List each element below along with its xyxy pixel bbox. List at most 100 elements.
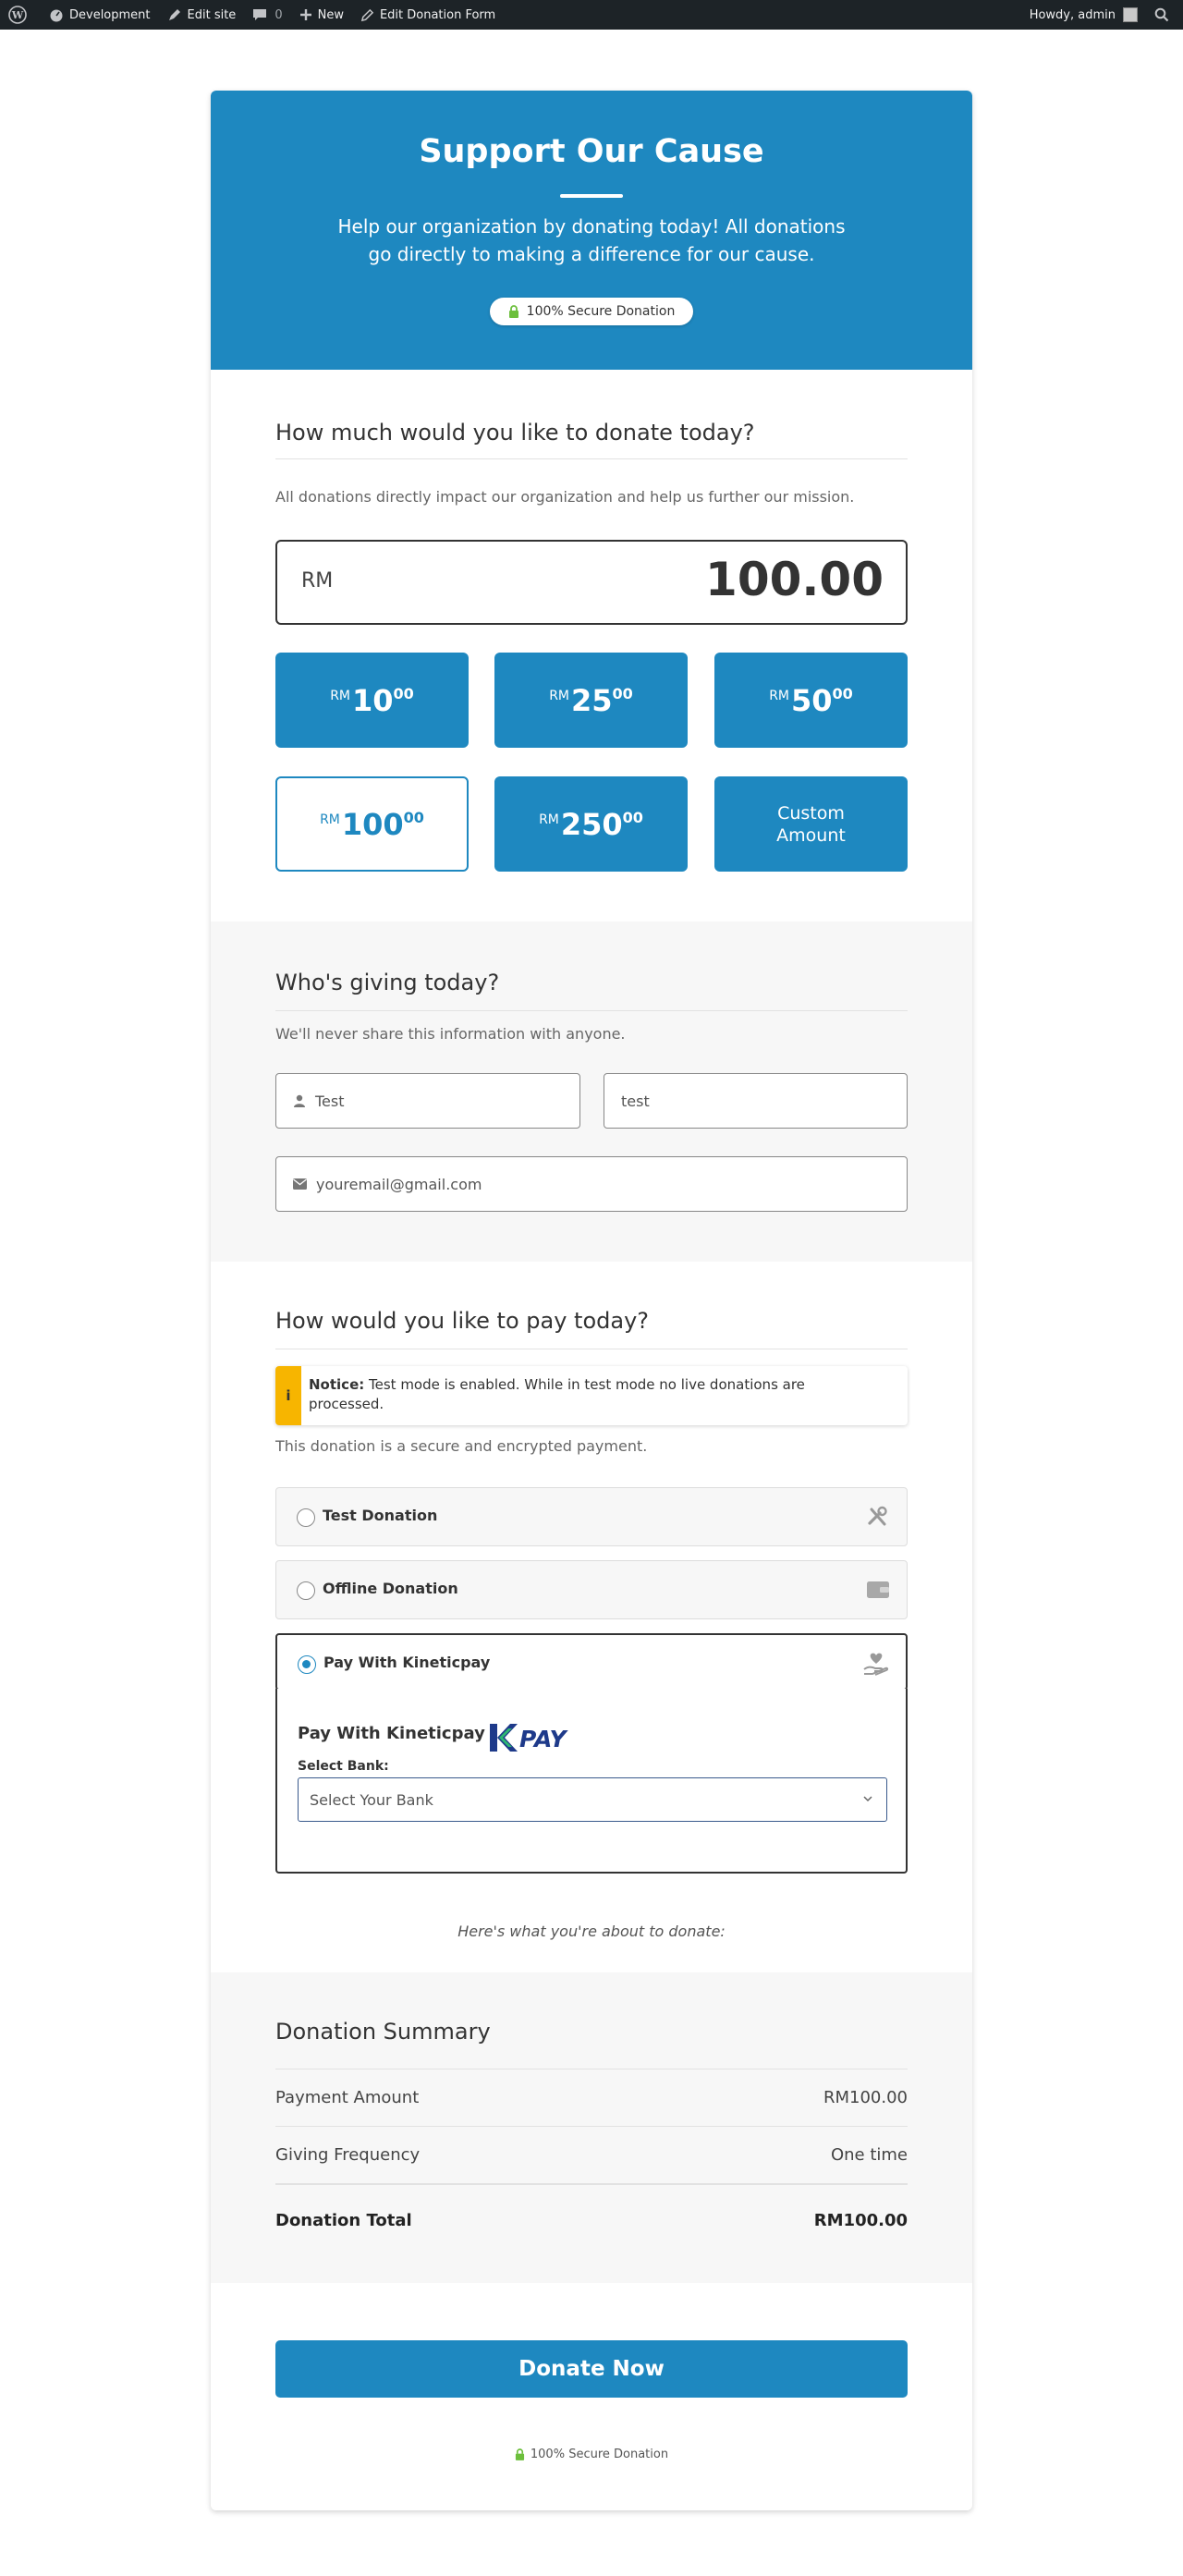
kineticpay-logo: PAY: [490, 1724, 569, 1752]
payment-section-title: How would you like to pay today?: [275, 1308, 650, 1334]
notice-text: Notice: Test mode is enabled. While in t…: [309, 1375, 882, 1414]
donate-now-button[interactable]: Donate Now: [275, 2340, 908, 2398]
level-decimals: 00: [622, 809, 643, 826]
gateway-label: Offline Donation: [323, 1580, 458, 1597]
summary-label: Payment Amount: [275, 2088, 420, 2107]
comment-icon: [253, 9, 267, 20]
comments-link[interactable]: 0: [244, 0, 290, 30]
form-title: Support Our Cause: [419, 133, 764, 170]
kineticpay-logo-text: PAY: [519, 1726, 569, 1752]
donation-form: Support Our Cause Help our organization …: [211, 91, 972, 2510]
test-mode-notice: i Notice: Test mode is enabled. While in…: [275, 1366, 908, 1425]
edit-donation-form-link[interactable]: Edit Donation Form: [352, 0, 504, 30]
level-currency: RM: [330, 688, 350, 703]
info-icon: i: [275, 1366, 301, 1425]
edit-site-icon: [168, 9, 180, 20]
edit-donation-form-label: Edit Donation Form: [379, 7, 496, 22]
plus-icon: [299, 9, 311, 20]
admin-bar: W Development Edit site 0 New Edit Donat…: [0, 0, 1183, 30]
custom-amount-line2: Amount: [776, 824, 846, 846]
level-currency: RM: [769, 688, 789, 703]
summary-value: RM100.00: [823, 2088, 908, 2107]
amount-section-divider: [275, 458, 908, 459]
wordpress-logo-button[interactable]: W: [0, 0, 41, 30]
level-decimals: 00: [393, 685, 414, 702]
donation-level-button[interactable]: RM 250 00: [494, 776, 688, 872]
donation-preview-text: Here's what you're about to donate:: [457, 1923, 726, 1940]
personal-info-section: Who's giving today? We'll never share th…: [211, 922, 972, 1262]
bank-select[interactable]: Select Your Bank: [298, 1777, 887, 1822]
donation-level-button[interactable]: RM 50 00: [714, 653, 908, 748]
summary-total-value: RM100.00: [813, 2211, 908, 2230]
first-name-field[interactable]: Test: [275, 1073, 580, 1129]
personal-info-subtitle: We'll never share this information with …: [275, 1025, 626, 1043]
donation-level-button[interactable]: RM 10 00: [275, 653, 469, 748]
avatar: [1123, 7, 1138, 22]
new-content-link[interactable]: New: [291, 0, 352, 30]
my-account-link[interactable]: Howdy, admin: [1021, 0, 1146, 30]
form-header: Support Our Cause Help our organization …: [211, 91, 972, 370]
wallet-icon: [866, 1578, 890, 1604]
secure-payment-text: This donation is a secure and encrypted …: [275, 1437, 648, 1455]
last-name-value: test: [621, 1092, 650, 1110]
tools-icon: [866, 1505, 890, 1532]
currency-symbol: RM: [301, 569, 334, 592]
howdy-label: Howdy, admin: [1029, 7, 1116, 22]
search-icon: [1154, 7, 1169, 22]
level-decimals: 00: [403, 809, 424, 826]
notice-label: Notice:: [309, 1376, 365, 1393]
site-name-link[interactable]: Development: [41, 0, 159, 30]
gateway-label: Test Donation: [323, 1507, 438, 1524]
lock-icon: [515, 2448, 524, 2460]
summary-value: One time: [830, 2145, 908, 2165]
email-value: youremail@gmail.com: [316, 1175, 482, 1193]
select-bank-label: Select Bank:: [298, 1759, 389, 1774]
submit-section: Donate Now 100% Secure Donation: [211, 2283, 972, 2510]
first-name-value: Test: [315, 1092, 345, 1110]
hand-heart-icon: [863, 1652, 889, 1679]
donation-level-button[interactable]: RM 25 00: [494, 653, 688, 748]
gateway-test-donation[interactable]: Test Donation: [275, 1487, 908, 1546]
gateway-radio[interactable]: [297, 1581, 315, 1600]
summary-row-giving-frequency: Giving Frequency One time: [275, 2126, 908, 2183]
custom-amount-line1: Custom: [777, 802, 845, 824]
custom-amount-button[interactable]: Custom Amount: [714, 776, 908, 872]
dashboard-icon: [50, 9, 63, 22]
header-divider: [560, 194, 623, 198]
summary-label: Giving Frequency: [275, 2145, 421, 2165]
secure-badge-label: 100% Secure Donation: [526, 304, 676, 319]
admin-search-button[interactable]: [1146, 0, 1183, 30]
envelope-icon: [293, 1178, 307, 1190]
comments-count: 0: [274, 7, 283, 22]
user-icon: [293, 1094, 306, 1107]
email-field[interactable]: youremail@gmail.com: [275, 1156, 908, 1212]
edit-site-link[interactable]: Edit site: [159, 0, 245, 30]
custom-amount-label: Custom Amount: [776, 802, 846, 847]
gateway-offline-donation[interactable]: Offline Donation: [275, 1560, 908, 1619]
gateway-kineticpay[interactable]: Pay With Kineticpay: [275, 1633, 908, 1691]
site-name-label: Development: [69, 7, 151, 22]
secure-footer-label: 100% Secure Donation: [530, 2448, 669, 2461]
amount-input[interactable]: RM 100.00: [275, 540, 908, 625]
notice-message: Test mode is enabled. While in test mode…: [309, 1376, 805, 1412]
summary-title: Donation Summary: [275, 2019, 491, 2045]
level-currency: RM: [549, 688, 569, 703]
level-currency: RM: [539, 812, 559, 827]
level-amount: 10: [352, 682, 394, 718]
gateway-radio-selected[interactable]: [298, 1655, 316, 1674]
chevron-down-icon: [863, 1796, 872, 1802]
donation-level-button-selected[interactable]: RM 100 00: [275, 776, 469, 872]
amount-section-title: How much would you like to donate today?: [275, 420, 755, 446]
secure-donation-footer: 100% Secure Donation: [211, 2448, 972, 2461]
pencil-icon: [360, 8, 374, 21]
bank-select-value: Select Your Bank: [310, 1790, 433, 1809]
last-name-field[interactable]: test: [604, 1073, 908, 1129]
gateway-label: Pay With Kineticpay: [323, 1654, 491, 1671]
summary-row-payment-amount: Payment Amount RM100.00: [275, 2069, 908, 2126]
amount-section-subtitle: All donations directly impact our organi…: [275, 488, 855, 506]
gateway-radio[interactable]: [297, 1508, 315, 1527]
level-decimals: 00: [612, 685, 633, 702]
payment-section: How would you like to pay today? i Notic…: [211, 1262, 972, 1972]
new-label: New: [317, 7, 344, 22]
svg-text:W: W: [11, 9, 24, 21]
